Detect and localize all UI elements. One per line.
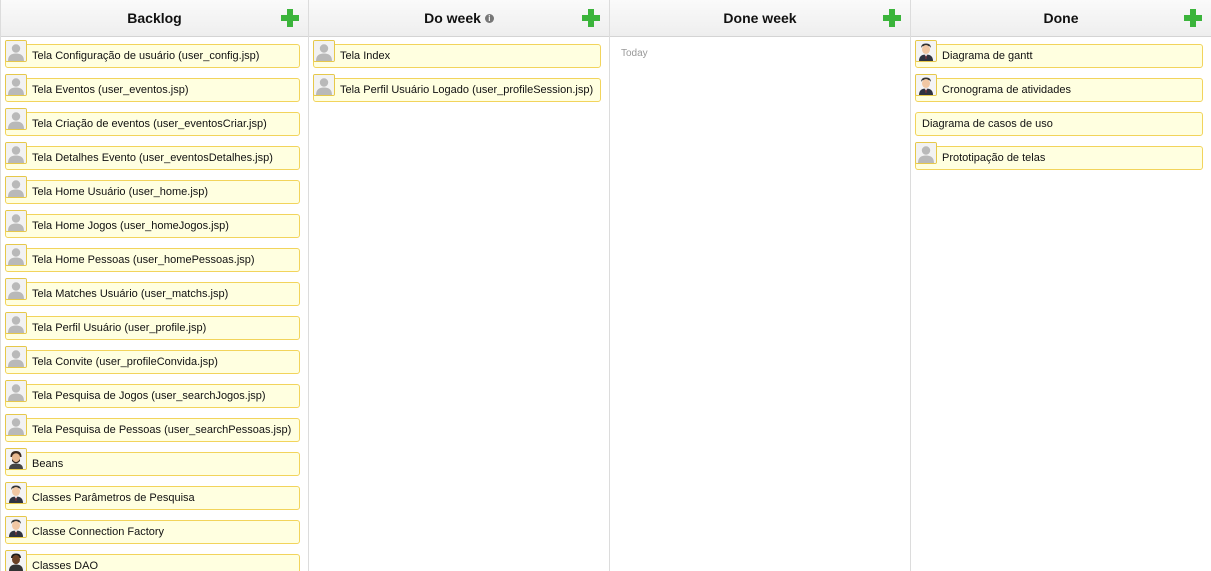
column-title: Done week <box>723 10 797 26</box>
column-header: Do week i <box>309 0 609 37</box>
column-title: Do week <box>424 10 481 26</box>
generic-user-avatar-icon <box>5 142 27 164</box>
generic-user-avatar-icon <box>5 380 27 402</box>
task-card[interactable]: Tela Convite (user_profileConvida.jsp) <box>5 346 300 374</box>
user-avatar <box>5 550 27 571</box>
task-card[interactable]: Tela Pesquisa de Jogos (user_searchJogos… <box>5 380 300 408</box>
task-card[interactable]: Cronograma de atividades <box>915 74 1203 102</box>
task-card-label: Tela Perfil Usuário (user_profile.jsp) <box>32 322 207 334</box>
task-card[interactable]: Tela Home Jogos (user_homeJogos.jsp) <box>5 210 300 238</box>
info-icon[interactable]: i <box>484 13 494 23</box>
task-card[interactable]: Beans <box>5 448 300 476</box>
card-list: Tela Index Tela Perfil Usuário Logado (us… <box>309 37 609 102</box>
task-card[interactable]: Tela Perfil Usuário (user_profile.jsp) <box>5 312 300 340</box>
task-card-label: Classe Connection Factory <box>32 526 165 538</box>
generic-user-avatar-icon <box>313 74 335 96</box>
task-card-label: Tela Criação de eventos (user_eventosCri… <box>32 118 267 130</box>
generic-user-avatar-icon <box>5 74 27 96</box>
column-backlog: Backlog Tela Configuração de usuário (us… <box>1 0 309 571</box>
task-card-label: Tela Detalhes Evento (user_eventosDetalh… <box>32 152 273 164</box>
generic-user-avatar-icon <box>5 244 27 266</box>
task-card[interactable]: Tela Criação de eventos (user_eventosCri… <box>5 108 300 136</box>
generic-user-avatar-icon <box>5 414 27 436</box>
task-card-label: Tela Matches Usuário (user_matchs.jsp) <box>32 288 229 300</box>
column-title: Backlog <box>127 10 182 26</box>
column-do-week: Do week i Tela Index Tela Perfil Usuário … <box>309 0 610 571</box>
task-card-label: Tela Pesquisa de Jogos (user_searchJogos… <box>32 390 266 402</box>
generic-user-avatar-icon <box>5 312 27 334</box>
column-done-week: Done week Today <box>610 0 911 571</box>
task-card[interactable]: Tela Home Usuário (user_home.jsp) <box>5 176 300 204</box>
task-card[interactable]: Tela Perfil Usuário Logado (user_profile… <box>313 74 601 102</box>
task-card-label: Cronograma de atividades <box>942 84 1072 96</box>
card-list <box>610 59 910 63</box>
generic-user-avatar-icon <box>5 176 27 198</box>
user-avatar <box>915 74 937 96</box>
task-card[interactable]: Prototipação de telas <box>915 142 1203 170</box>
user-avatar <box>5 482 27 504</box>
user-avatar <box>5 448 27 470</box>
generic-user-avatar-icon <box>313 40 335 62</box>
task-card-label: Tela Home Pessoas (user_homePessoas.jsp) <box>32 254 255 266</box>
user-avatar <box>5 516 27 538</box>
task-card-label: Tela Configuração de usuário (user_confi… <box>32 50 260 62</box>
task-card[interactable]: Tela Detalhes Evento (user_eventosDetalh… <box>5 142 300 170</box>
task-card-label: Tela Perfil Usuário Logado (user_profile… <box>340 84 594 96</box>
user-avatar <box>915 40 937 62</box>
generic-user-avatar-icon <box>5 346 27 368</box>
today-label: Today <box>621 48 648 59</box>
task-card[interactable]: Tela Eventos (user_eventos.jsp) <box>5 74 300 102</box>
task-card-label: Tela Home Usuário (user_home.jsp) <box>32 186 209 198</box>
task-card-label: Tela Eventos (user_eventos.jsp) <box>32 84 189 96</box>
column-done: Done Diagrama de gantt Cronograma de ativ… <box>911 0 1211 571</box>
task-card-label: Tela Convite (user_profileConvida.jsp) <box>32 356 218 368</box>
task-card[interactable]: Diagrama de gantt <box>915 40 1203 68</box>
generic-user-avatar-icon <box>5 210 27 232</box>
task-card-label: Tela Home Jogos (user_homeJogos.jsp) <box>32 220 229 232</box>
task-card[interactable]: Tela Index <box>313 40 601 68</box>
task-card[interactable]: Tela Configuração de usuário (user_confi… <box>5 40 300 68</box>
task-card[interactable]: Tela Pesquisa de Pessoas (user_searchPes… <box>5 414 300 442</box>
add-card-plus-icon[interactable] <box>1184 9 1202 27</box>
task-card[interactable]: Diagrama de casos de uso <box>915 112 1203 136</box>
column-header: Backlog <box>1 0 308 37</box>
generic-user-avatar-icon <box>5 40 27 62</box>
add-card-plus-icon[interactable] <box>883 9 901 27</box>
task-card-label: Classes Parâmetros de Pesquisa <box>32 492 195 504</box>
task-card[interactable]: Tela Home Pessoas (user_homePessoas.jsp) <box>5 244 300 272</box>
task-card[interactable]: Classe Connection Factory <box>5 516 300 544</box>
column-title: Done <box>1043 10 1079 26</box>
task-card[interactable]: Classes Parâmetros de Pesquisa <box>5 482 300 510</box>
add-card-plus-icon[interactable] <box>582 9 600 27</box>
card-list: Tela Configuração de usuário (user_confi… <box>1 37 308 571</box>
task-card[interactable]: Classes DAO <box>5 550 300 571</box>
task-card-label: Diagrama de casos de uso <box>922 118 1053 130</box>
generic-user-avatar-icon <box>5 108 27 130</box>
generic-user-avatar-icon <box>915 142 937 164</box>
task-card-label: Tela Pesquisa de Pessoas (user_searchPes… <box>32 424 292 436</box>
card-list: Diagrama de gantt Cronograma de atividade… <box>911 37 1211 170</box>
kanban-board: Backlog Tela Configuração de usuário (us… <box>0 0 1211 571</box>
column-header: Done week <box>610 0 910 37</box>
generic-user-avatar-icon <box>5 278 27 300</box>
task-card[interactable]: Tela Matches Usuário (user_matchs.jsp) <box>5 278 300 306</box>
add-card-plus-icon[interactable] <box>281 9 299 27</box>
column-header: Done <box>911 0 1211 37</box>
